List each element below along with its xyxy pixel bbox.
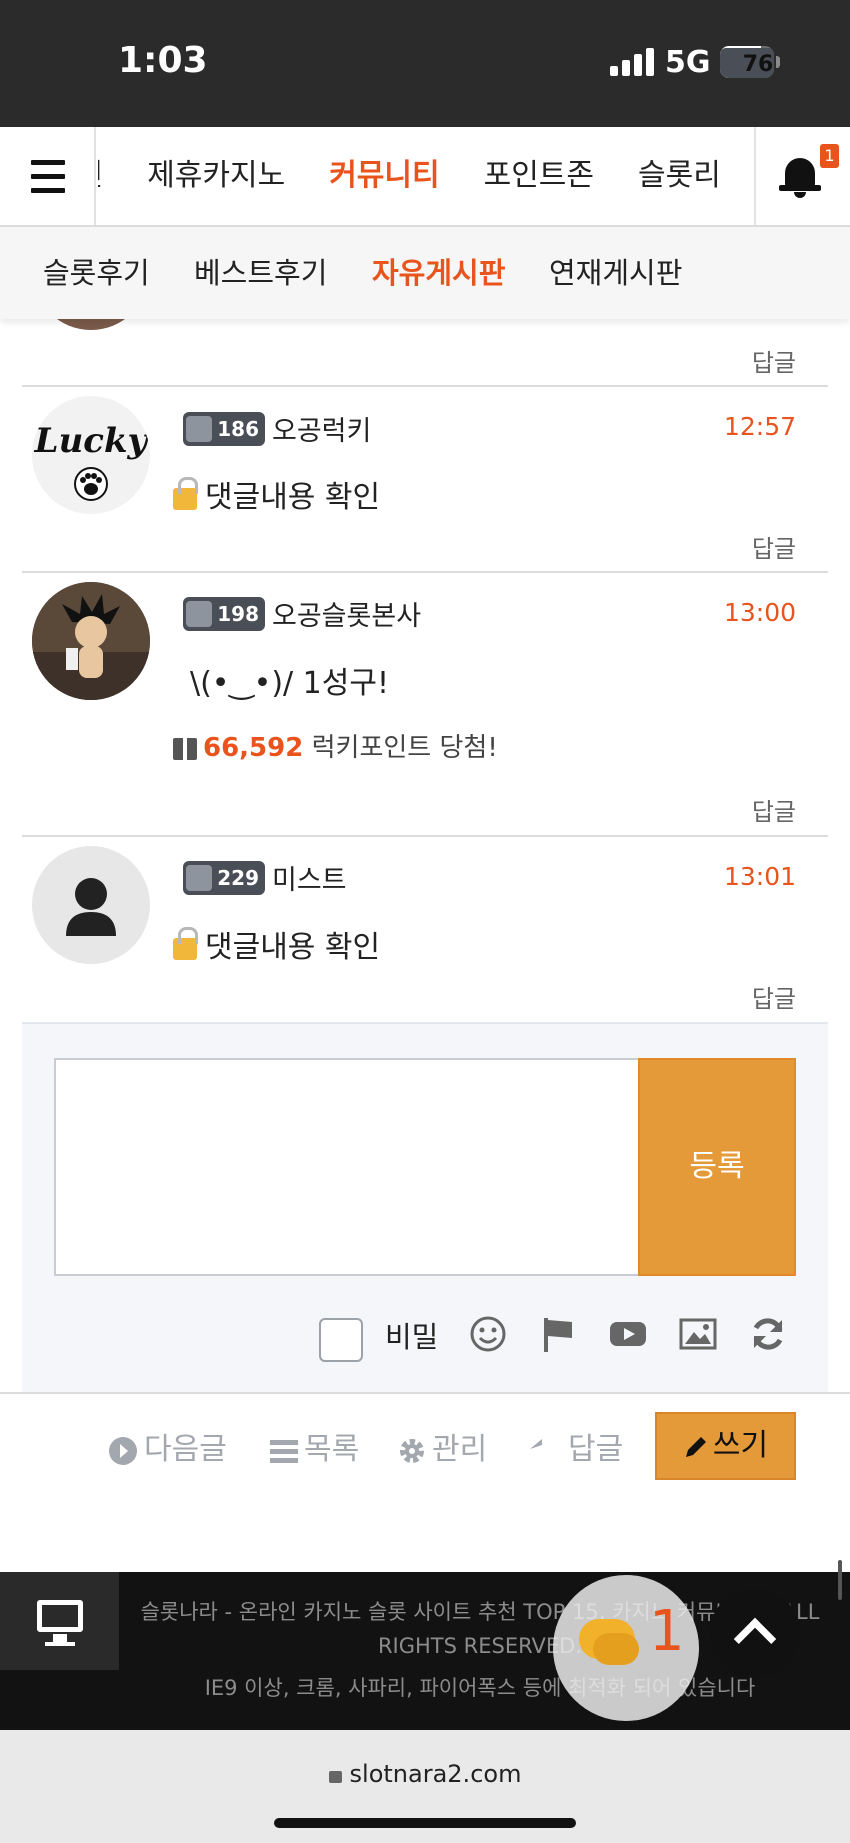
nav-item-community[interactable]: 커뮤니티 [307, 127, 461, 225]
monitor-icon [37, 1600, 83, 1632]
post-actions: 다음글 목록 관리 답글 쓰기 [0, 1392, 850, 1492]
sub-nav: 슬롯후기 베스트후기 자유게시판 연재게시판 [0, 227, 850, 319]
avatar-lucky: Lucky [32, 396, 150, 514]
url-text: slotnara2.com [349, 1760, 522, 1788]
network-label: 5G [665, 45, 711, 80]
level-badge: 198 [183, 597, 265, 631]
subnav-item-free-board[interactable]: 자유게시판 [372, 227, 505, 319]
secret-label: 비밀 [385, 1320, 439, 1354]
nav-item-login[interactable]: 이인 [98, 127, 125, 225]
battery-tip [776, 56, 780, 68]
comment-textarea[interactable] [54, 1058, 640, 1276]
level-value: 186 [217, 417, 259, 441]
battery-level: 76 [720, 48, 774, 78]
footer-browser-note: IE9 이상, 크롬, 사파리, 파이어폭스 등에 최적화 되어 있습니다 [204, 1676, 756, 1700]
avatar-goku [32, 582, 150, 700]
lock-icon [328, 1771, 342, 1783]
comment-content: 댓글내용 확인 [173, 472, 380, 516]
browser-url-bar[interactable]: slotnara2.com [0, 1730, 850, 1843]
comment-text: 댓글내용 확인 [205, 930, 381, 965]
notification-badge: 1 [820, 144, 839, 168]
comment-nickname[interactable]: 오공럭키 [272, 409, 371, 448]
battery-icon: 76 [720, 46, 774, 78]
chevron-circle-right-icon [109, 1436, 137, 1465]
point-suffix: 럭키포인트 당첨! [311, 733, 498, 763]
write-label: 쓰기 [712, 1428, 769, 1463]
notification-bell-icon[interactable]: 1 [754, 127, 850, 225]
reply-post-button[interactable]: 답글 [530, 1424, 623, 1468]
scroll-top-button[interactable] [710, 1588, 800, 1678]
reply-link[interactable]: 답글 [752, 343, 796, 378]
next-post-label: 다음글 [144, 1432, 227, 1467]
lucky-point-row: 66,592 럭키포인트 당첨! [173, 727, 498, 764]
comment-text: \(•‿•)/ 1성구! [190, 666, 389, 701]
refresh-icon[interactable] [748, 1314, 788, 1354]
signal-icon [610, 48, 654, 76]
status-bar: 1:03 5G 76 [0, 0, 850, 127]
gift-icon [173, 737, 197, 760]
nav-item-slot[interactable]: 슬롯리 [616, 127, 743, 225]
hamburger-menu-icon[interactable] [0, 127, 96, 225]
comment-time: 13:01 [723, 862, 796, 891]
comment-content: 댓글내용 확인 [173, 922, 380, 966]
next-post-button[interactable]: 다음글 [108, 1424, 227, 1468]
list-label: 목록 [304, 1432, 360, 1467]
nav-item-partner-casino[interactable]: 제휴카지노 [125, 127, 307, 225]
avatar-default [32, 846, 150, 964]
subnav-item-slot-review[interactable]: 슬롯후기 [43, 227, 150, 319]
desktop-view-button[interactable] [0, 1572, 119, 1670]
subnav-item-best-review[interactable]: 베스트후기 [194, 227, 327, 319]
nav-scroll[interactable]: 이인제휴카지노커뮤니티포인트존슬롯리 [98, 127, 752, 225]
level-badge: 229 [183, 861, 265, 895]
lock-icon [173, 926, 198, 960]
comment-text: 댓글내용 확인 [205, 480, 381, 515]
chevron-up-icon [733, 1617, 777, 1661]
comment-nickname[interactable]: 오공슬롯본사 [272, 594, 421, 633]
list-icon [270, 1439, 298, 1463]
comment-form: 등록 비밀 [22, 1022, 828, 1392]
level-value: 229 [217, 866, 259, 890]
subnav-item-serial-board[interactable]: 연재게시판 [549, 227, 682, 319]
divider [22, 835, 828, 837]
comment-time: 12:57 [723, 412, 796, 441]
reply-link[interactable]: 답글 [752, 979, 796, 1014]
reply-link[interactable]: 답글 [752, 529, 796, 564]
level-badge: 186 [183, 412, 265, 446]
point-amount: 66,592 [203, 733, 304, 763]
secret-checkbox[interactable] [319, 1318, 363, 1362]
comment-nickname[interactable]: 미스트 [272, 858, 347, 897]
flag-icon[interactable] [538, 1314, 578, 1354]
manage-label: 관리 [432, 1432, 488, 1467]
chat-button[interactable]: 1 [553, 1575, 699, 1721]
scrollbar[interactable] [838, 1560, 842, 1600]
comment-time: 13:00 [723, 598, 796, 627]
home-indicator [274, 1818, 576, 1828]
lock-icon [173, 476, 198, 510]
divider [22, 385, 828, 387]
submit-button[interactable]: 등록 [638, 1058, 796, 1276]
list-button[interactable]: 목록 [270, 1424, 359, 1468]
pencil-icon [685, 1436, 706, 1457]
svg-text:Lucky: Lucky [34, 421, 150, 461]
nav-item-point-zone[interactable]: 포인트존 [462, 127, 616, 225]
chat-count: 1 [649, 1599, 685, 1664]
top-nav: 이인제휴카지노커뮤니티포인트존슬롯리 1 [0, 127, 850, 227]
status-time: 1:03 [118, 40, 208, 81]
emoji-icon[interactable] [468, 1314, 508, 1354]
level-value: 198 [217, 602, 259, 626]
youtube-icon[interactable] [608, 1314, 648, 1354]
write-button[interactable]: 쓰기 [655, 1412, 796, 1480]
reply-link[interactable]: 답글 [752, 792, 796, 827]
gear-icon [400, 1438, 424, 1463]
image-icon[interactable] [678, 1314, 718, 1354]
divider [22, 571, 828, 573]
reply-arrow-icon [530, 1438, 542, 1449]
reply-post-label: 답글 [568, 1432, 624, 1467]
manage-button[interactable]: 관리 [398, 1424, 487, 1468]
